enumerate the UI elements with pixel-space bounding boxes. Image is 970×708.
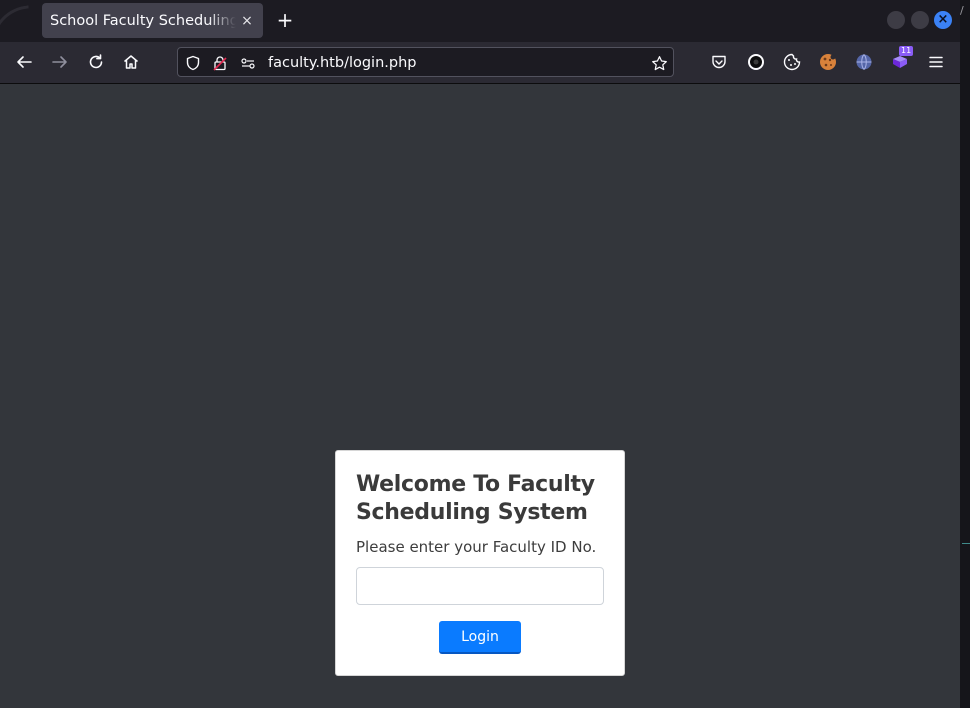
cookie-color-icon[interactable]	[816, 50, 840, 74]
tab-title: School Faculty Scheduling System	[50, 12, 236, 29]
url-bar[interactable]: faculty.htb/login.php	[177, 47, 674, 77]
star-icon[interactable]	[650, 54, 668, 72]
tab-close-icon[interactable]: ×	[239, 13, 255, 29]
window-minimize-button[interactable]	[887, 11, 905, 29]
shield-icon[interactable]	[184, 54, 202, 72]
url-text[interactable]: faculty.htb/login.php	[268, 54, 416, 72]
menu-icon[interactable]	[924, 50, 948, 74]
desktop-glyph: /	[960, 4, 964, 17]
faculty-id-input[interactable]	[356, 567, 604, 605]
new-tab-button[interactable]: +	[273, 8, 297, 32]
extension-purple-icon[interactable]: 11	[888, 46, 914, 74]
tab-active[interactable]: School Faculty Scheduling System ×	[42, 3, 263, 38]
login-card: Welcome To Faculty Scheduling System Ple…	[335, 450, 625, 676]
cookie-icon[interactable]	[780, 50, 804, 74]
login-heading: Welcome To Faculty Scheduling System	[356, 472, 595, 525]
extension-badge: 11	[899, 46, 914, 56]
desktop-line	[962, 543, 970, 544]
reload-icon[interactable]	[84, 50, 108, 74]
browser-window: School Faculty Scheduling System × + ×	[0, 0, 960, 708]
desktop-background-strip: /	[960, 0, 970, 708]
pocket-icon[interactable]	[707, 50, 731, 74]
back-icon[interactable]	[12, 50, 36, 74]
window-maximize-button[interactable]	[911, 11, 929, 29]
page-content: Welcome To Faculty Scheduling System Ple…	[0, 84, 960, 708]
window-close-button[interactable]: ×	[934, 11, 952, 29]
login-button[interactable]: Login	[439, 621, 521, 654]
home-icon[interactable]	[119, 50, 143, 74]
nav-toolbar: faculty.htb/login.php 11	[0, 42, 960, 84]
permissions-icon[interactable]	[239, 54, 257, 72]
globe-icon[interactable]	[852, 50, 876, 74]
tab-strip: School Faculty Scheduling System × + ×	[0, 0, 960, 42]
tab-strip-decoration	[0, 5, 38, 42]
lock-warning-icon[interactable]	[211, 54, 229, 72]
login-prompt: Please enter your Faculty ID No.	[356, 538, 597, 556]
extension-dark-circle-icon[interactable]	[744, 50, 768, 74]
forward-icon[interactable]	[48, 50, 72, 74]
